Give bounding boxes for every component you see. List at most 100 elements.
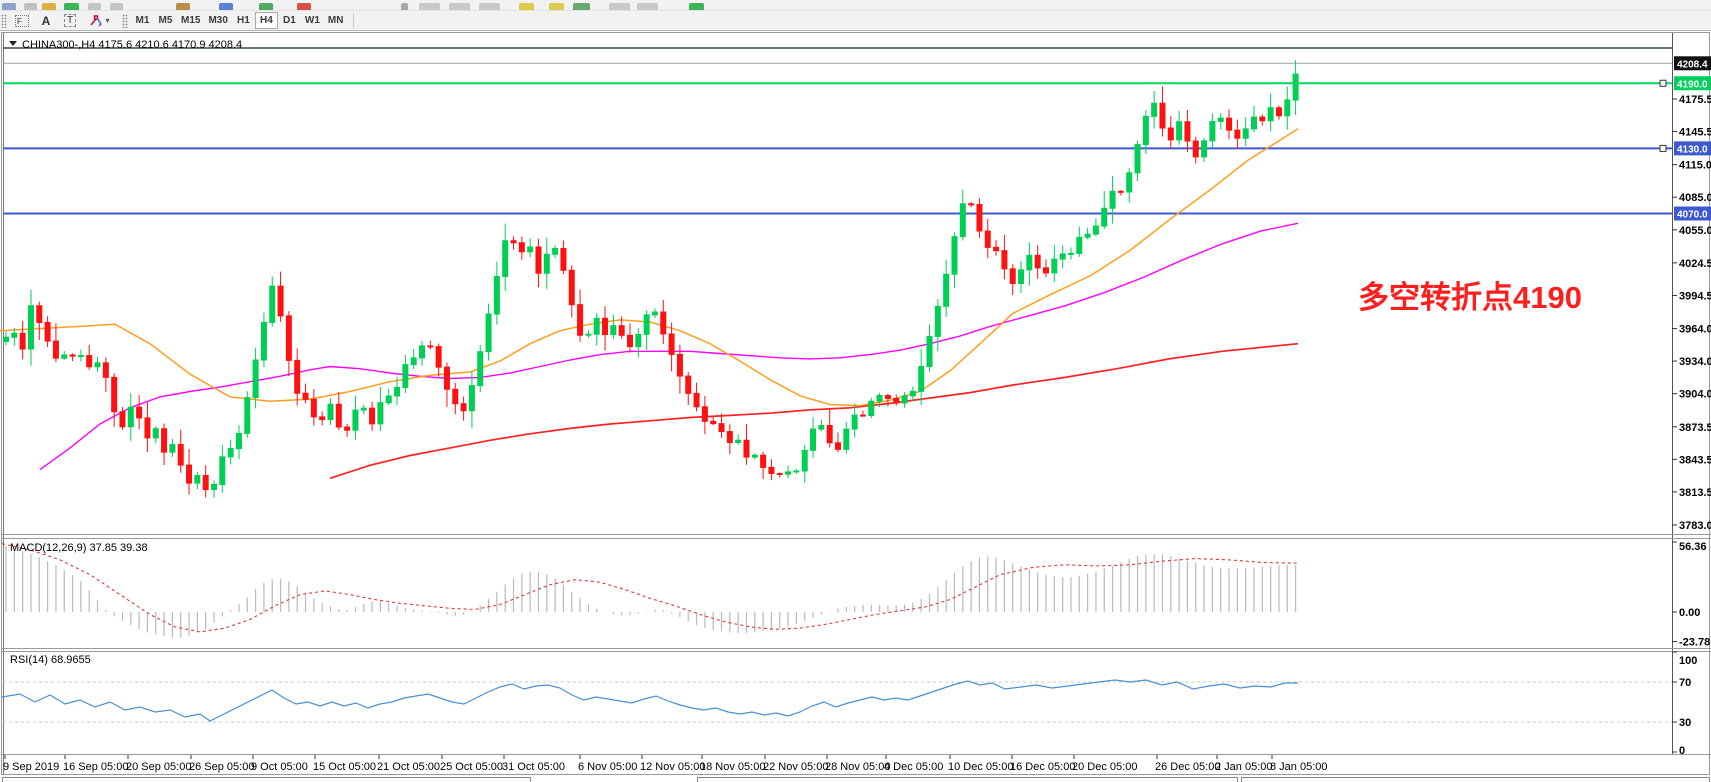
toolbar-icon-clipped[interactable] bbox=[64, 3, 79, 11]
timeframe-button-d1[interactable]: D1 bbox=[278, 12, 301, 29]
time-axis-label: 6 Nov 05:00 bbox=[578, 761, 637, 773]
ma-fast-orange bbox=[0, 129, 1298, 406]
timeframe-button-h4[interactable]: H4 bbox=[255, 12, 278, 29]
rsi-axis-label: 100 bbox=[1679, 655, 1697, 667]
toolbar-drag-handle-2[interactable] bbox=[122, 14, 128, 28]
time-axis-label: 21 Oct 05:00 bbox=[377, 761, 440, 773]
toolbar-icon-clipped[interactable] bbox=[609, 3, 630, 11]
toolbar-drag-handle[interactable] bbox=[1, 14, 7, 28]
toolbar-icon-clipped[interactable] bbox=[573, 3, 590, 11]
toolbar-icon-clipped[interactable] bbox=[637, 3, 658, 11]
time-axis-label: 28 Nov 05:00 bbox=[825, 761, 890, 773]
time-axis-label: 4 Dec 05:00 bbox=[884, 761, 943, 773]
chevron-down-icon: ▾ bbox=[105, 16, 109, 25]
time-axis-label: 10 Dec 05:00 bbox=[948, 761, 1013, 773]
toolbar-tools-row: F A T ▾ M1M5M15M30H1H4D1W1MN bbox=[0, 11, 1711, 30]
macd-axis-label: 0.00 bbox=[1679, 607, 1700, 619]
price-tick-label: 4055.0 bbox=[1679, 225, 1711, 237]
ma-slow-red bbox=[330, 344, 1298, 479]
price-tick-label: 4085.0 bbox=[1679, 192, 1711, 204]
toolbar-icon-clipped[interactable] bbox=[689, 3, 704, 11]
toolbar-icon-clipped[interactable] bbox=[2, 3, 16, 11]
fibonacci-tool-button[interactable]: F bbox=[10, 12, 34, 29]
background-window-edge[interactable] bbox=[3, 778, 531, 782]
timeframe-button-m15[interactable]: M15 bbox=[177, 12, 204, 29]
arrows-icon bbox=[88, 14, 104, 28]
price-tick-label: 3843.5 bbox=[1679, 454, 1711, 466]
price-tick-label: 3813.5 bbox=[1679, 487, 1711, 499]
background-window-edge[interactable] bbox=[1242, 778, 1710, 782]
price-tick-label: 3964.0 bbox=[1679, 324, 1711, 336]
toolbar-icon-clipped[interactable] bbox=[110, 3, 123, 11]
timeframe-button-m1[interactable]: M1 bbox=[131, 12, 154, 29]
toolbar-icon-clipped[interactable] bbox=[549, 3, 564, 11]
time-axis-label: 2 Jan 05:00 bbox=[1215, 761, 1273, 773]
price-tick-label: 3873.5 bbox=[1679, 422, 1711, 434]
timeframe-button-m5[interactable]: M5 bbox=[154, 12, 177, 29]
toolbar-clipped-icon-row bbox=[0, 0, 1711, 11]
rsi-axis-label: 0 bbox=[1679, 745, 1685, 757]
macd-axis-label: -23.78 bbox=[1679, 637, 1710, 649]
toolbar-icon-clipped[interactable] bbox=[297, 3, 311, 11]
time-axis-label: 18 Nov 05:00 bbox=[700, 761, 765, 773]
time-axis-label: 15 Oct 05:00 bbox=[313, 761, 376, 773]
text-tool-button[interactable]: A bbox=[34, 12, 58, 29]
toolbar-icon-clipped[interactable] bbox=[259, 3, 273, 11]
toolbar: F A T ▾ M1M5M15M30H1H4D1W1MN bbox=[0, 0, 1711, 31]
text-icon: A bbox=[42, 14, 51, 28]
time-axis-label: 8 Jan 05:00 bbox=[1270, 761, 1328, 773]
symbol-dropdown-icon[interactable] bbox=[9, 41, 17, 46]
timeframe-button-w1[interactable]: W1 bbox=[301, 12, 324, 29]
rsi-axis-label: 30 bbox=[1679, 717, 1691, 729]
price-badge-label: 4130.0 bbox=[1677, 144, 1708, 155]
background-window-edge[interactable] bbox=[698, 778, 1238, 782]
rsi-line bbox=[2, 680, 1298, 721]
rsi-label: RSI(14) 68.9655 bbox=[10, 654, 91, 666]
candle-series bbox=[4, 60, 1299, 498]
timeframe-button-mn[interactable]: MN bbox=[324, 12, 348, 29]
price-tick-label: 4024.5 bbox=[1679, 258, 1711, 270]
toolbar-icon-clipped[interactable] bbox=[419, 3, 440, 11]
macd-label: MACD(12,26,9) 37.85 39.38 bbox=[10, 542, 148, 554]
time-axis-label: 26 Dec 05:00 bbox=[1155, 761, 1220, 773]
toolbar-icon-clipped[interactable] bbox=[88, 3, 101, 11]
toolbar-icon-clipped[interactable] bbox=[449, 3, 470, 11]
text-label-tool-button[interactable]: T bbox=[58, 12, 82, 29]
time-axis-label: 12 Nov 05:00 bbox=[640, 761, 705, 773]
price-tick-label: 3934.0 bbox=[1679, 356, 1711, 368]
annotation-text: 多空转折点4190 bbox=[1358, 280, 1582, 315]
time-axis-label: 16 Sep 05:00 bbox=[63, 761, 128, 773]
toolbar-icon-clipped[interactable] bbox=[519, 3, 534, 11]
price-badge-label: 4190.0 bbox=[1677, 79, 1708, 90]
timeframe-bar: M1M5M15M30H1H4D1W1MN bbox=[131, 12, 347, 29]
toolbar-icon-clipped[interactable] bbox=[219, 3, 233, 11]
time-axis-label: 20 Sep 05:00 bbox=[126, 761, 191, 773]
toolbar-icon-clipped[interactable] bbox=[176, 3, 190, 11]
timeframe-button-h1[interactable]: H1 bbox=[232, 12, 255, 29]
time-axis-label: 16 Dec 05:00 bbox=[1010, 761, 1075, 773]
toolbar-icon-clipped[interactable] bbox=[479, 3, 500, 11]
macd-axis-label: 56.36 bbox=[1679, 541, 1707, 553]
time-axis-label: 22 Nov 05:00 bbox=[763, 761, 828, 773]
toolbar-icon-clipped[interactable] bbox=[42, 3, 56, 11]
price-tick-label: 3994.5 bbox=[1679, 290, 1711, 302]
arrows-tool-button[interactable]: ▾ bbox=[82, 12, 116, 29]
price-badge-label: 4070.0 bbox=[1677, 209, 1708, 220]
hline-handle[interactable] bbox=[1660, 80, 1666, 86]
timeframe-button-m30[interactable]: M30 bbox=[204, 12, 231, 29]
time-axis-label: 25 Oct 05:00 bbox=[440, 761, 503, 773]
toolbar-icon-clipped[interactable] bbox=[401, 3, 408, 11]
chart-title-ohlc: CHINA300-,H4 4175.6 4210.6 4170.9 4208.4 bbox=[22, 39, 242, 51]
time-axis-label: 9 Sep 2019 bbox=[3, 761, 59, 773]
time-axis-label: 9 Oct 05:00 bbox=[251, 761, 308, 773]
price-tick-label: 3904.0 bbox=[1679, 389, 1711, 401]
toolbar-icon-clipped[interactable] bbox=[24, 3, 37, 11]
chart-canvas[interactable]: 4175.54145.54115.04085.04055.04024.53994… bbox=[0, 0, 1711, 782]
toolbar-separator bbox=[353, 13, 354, 28]
price-tick-label: 3783.0 bbox=[1679, 520, 1711, 532]
hline-handle[interactable] bbox=[1660, 145, 1666, 151]
time-axis-label: 31 Oct 05:00 bbox=[502, 761, 565, 773]
macd-signal-line bbox=[2, 544, 1298, 632]
rsi-axis-label: 70 bbox=[1679, 677, 1691, 689]
fibonacci-icon: F bbox=[15, 15, 29, 27]
